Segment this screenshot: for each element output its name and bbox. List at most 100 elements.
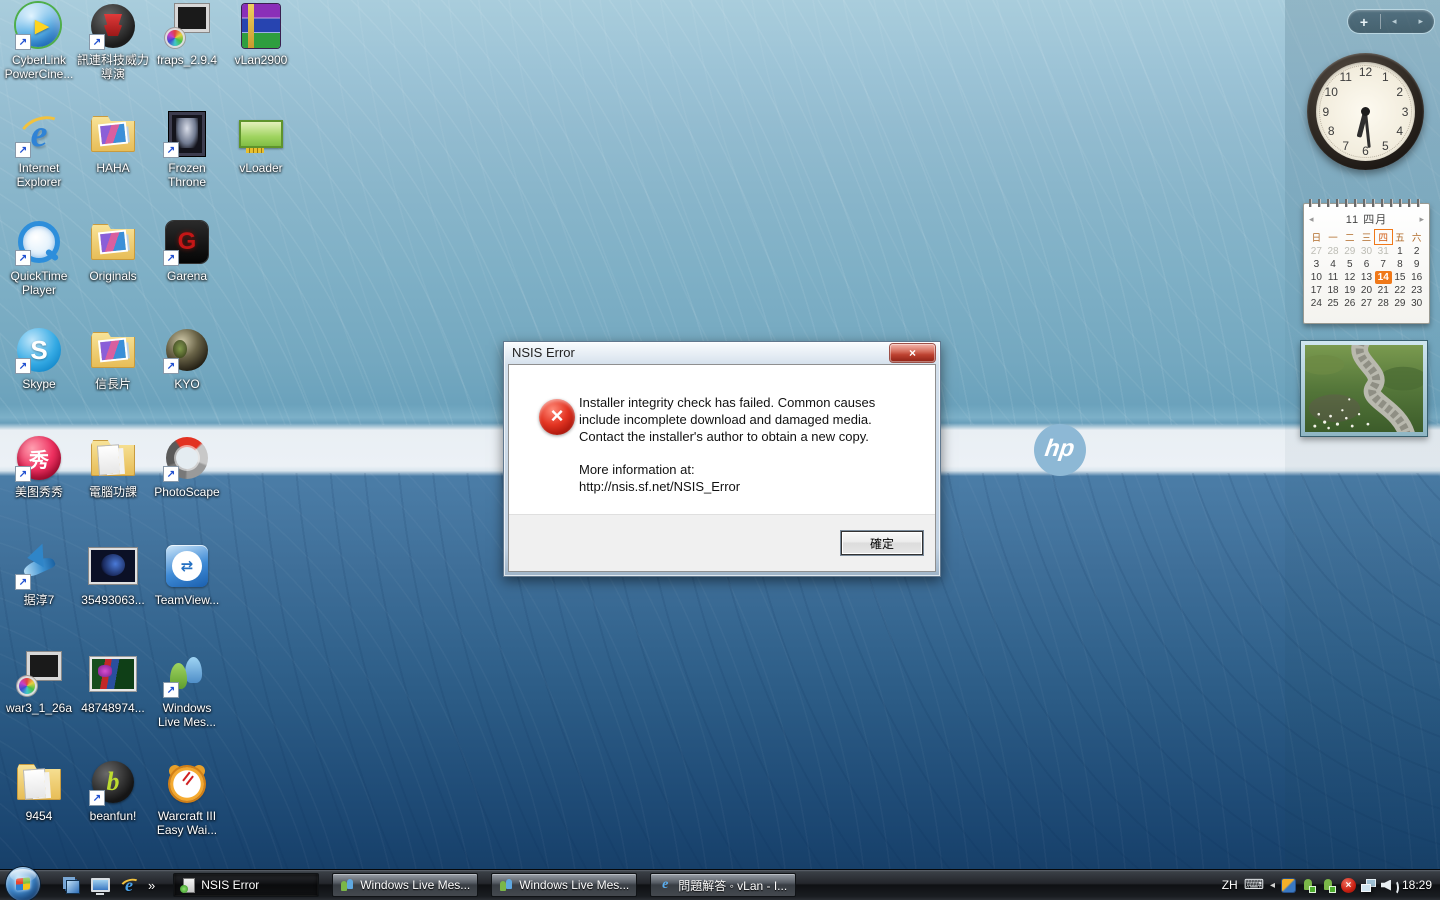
tray-icon[interactable] <box>1340 877 1356 893</box>
desktop-icon[interactable]: Warcraft III Easy Wai... <box>150 758 224 866</box>
add-gadget-button[interactable]: + <box>1348 14 1380 30</box>
desktop-icon[interactable]: PhotoScape <box>150 434 224 542</box>
desktop-icon[interactable]: 9454 <box>2 758 76 866</box>
desktop-icon-image <box>89 2 137 50</box>
calendar-date-cell[interactable]: 30 <box>1358 245 1375 258</box>
taskbar-button-label: 問題解答 ◦ vLan - I... <box>678 878 788 893</box>
taskbar-button[interactable]: Windows Live Mes... <box>491 873 638 897</box>
desktop-icon[interactable]: 訊連科技威力導演 <box>76 2 150 110</box>
desktop-icon[interactable]: 美图秀秀 <box>2 434 76 542</box>
calendar-date-cell[interactable]: 14 <box>1374 271 1392 284</box>
desktop-icon[interactable]: 35493063... <box>76 542 150 650</box>
taskbar-button[interactable]: 問題解答 ◦ vLan - I... <box>650 873 797 897</box>
calendar-date-cell[interactable]: 19 <box>1341 284 1358 297</box>
calendar-date-cell[interactable]: 15 <box>1392 271 1409 284</box>
desktop-icon[interactable]: TeamView... <box>150 542 224 650</box>
desktop-icon[interactable]: 電腦功課 <box>76 434 150 542</box>
calendar-date-cell[interactable]: 13 <box>1358 271 1375 284</box>
desktop-icon-grid: CyberLink PowerCine... 訊連科技威力導演 fraps_2.… <box>2 2 298 866</box>
close-button[interactable]: × <box>890 344 935 362</box>
calendar-next-month-button[interactable]: ▸ <box>1419 214 1424 225</box>
desktop-icon-image <box>163 434 211 482</box>
calendar-date-cell[interactable]: 22 <box>1392 284 1409 297</box>
desktop-icon[interactable]: Frozen Throne <box>150 110 224 218</box>
tray-icon[interactable] <box>1321 878 1336 893</box>
quick-launch-icon[interactable] <box>60 874 82 896</box>
language-indicator[interactable]: ZH <box>1222 878 1238 892</box>
calendar-date-cell[interactable]: 30 <box>1408 297 1425 310</box>
desktop-icon[interactable]: vLoader <box>224 110 298 218</box>
tray-icon[interactable] <box>1381 878 1399 895</box>
desktop-icon[interactable]: Garena <box>150 218 224 326</box>
shortcut-arrow-icon <box>16 35 30 49</box>
gadget-prev-button[interactable]: ◂ <box>1381 16 1408 27</box>
calendar-date-cell[interactable]: 4 <box>1325 258 1342 271</box>
desktop-icon[interactable]: KYO <box>150 326 224 434</box>
desktop-icon[interactable]: HAHA <box>76 110 150 218</box>
quick-launch-icon[interactable] <box>89 874 111 896</box>
tray-clock[interactable]: 18:29 <box>1402 878 1432 892</box>
desktop-icon[interactable]: Windows Live Mes... <box>150 650 224 758</box>
calendar-date-cell[interactable]: 31 <box>1375 245 1392 258</box>
calendar-date-cell[interactable]: 1 <box>1392 245 1409 258</box>
taskbar-button[interactable]: Windows Live Mes... <box>332 873 479 897</box>
calendar-date-cell[interactable]: 12 <box>1341 271 1358 284</box>
desktop-icon[interactable]: 据淳7 <box>2 542 76 650</box>
desktop-icon[interactable]: fraps_2.9.4 <box>150 2 224 110</box>
desktop-icon[interactable]: Internet Explorer <box>2 110 76 218</box>
calendar-date-cell[interactable]: 18 <box>1325 284 1342 297</box>
keyboard-icon[interactable]: ⌨ <box>1244 877 1264 893</box>
ok-button[interactable]: 確定 <box>841 531 923 555</box>
calendar-date-cell[interactable]: 7 <box>1375 258 1392 271</box>
tray-icon[interactable] <box>1360 878 1376 893</box>
calendar-date-cell[interactable]: 27 <box>1308 245 1325 258</box>
quick-launch-icon[interactable] <box>118 874 140 896</box>
calendar-date-cell[interactable]: 3 <box>1308 258 1325 271</box>
desktop-icon[interactable]: QuickTime Player <box>2 218 76 326</box>
calendar-date-cell[interactable]: 28 <box>1325 245 1342 258</box>
taskbar-button[interactable]: NSIS Error <box>173 873 320 897</box>
calendar-date-cell[interactable]: 29 <box>1341 245 1358 258</box>
taskbar-button-icon <box>657 877 673 893</box>
calendar-date-cell[interactable]: 21 <box>1375 284 1392 297</box>
tray-collapse-arrow[interactable]: ◂ <box>1270 880 1275 891</box>
calendar-date-cell[interactable]: 23 <box>1408 284 1425 297</box>
desktop-icon[interactable]: Skype <box>2 326 76 434</box>
calendar-date-cell[interactable]: 11 <box>1325 271 1342 284</box>
desktop-icon[interactable]: beanfun! <box>76 758 150 866</box>
calendar-date-cell[interactable]: 26 <box>1341 297 1358 310</box>
calendar-date-cell[interactable]: 25 <box>1325 297 1342 310</box>
dialog-titlebar[interactable]: NSIS Error × <box>504 342 940 364</box>
shortcut-arrow-icon <box>16 575 30 589</box>
calendar-day-header: 二 <box>1345 233 1355 244</box>
calendar-date-cell[interactable]: 2 <box>1408 245 1425 258</box>
start-button[interactable] <box>6 866 40 900</box>
quick-launch-overflow-chevron[interactable]: » <box>148 878 155 893</box>
calendar-date-cell[interactable]: 8 <box>1392 258 1409 271</box>
calendar-day-header: 三 <box>1361 233 1372 244</box>
shortcut-arrow-icon <box>16 467 30 481</box>
calendar-date-cell[interactable]: 28 <box>1375 297 1392 310</box>
desktop-icon[interactable]: CyberLink PowerCine... <box>2 2 76 110</box>
calendar-date-cell[interactable]: 20 <box>1358 284 1375 297</box>
gadget-next-button[interactable]: ▸ <box>1408 16 1435 27</box>
desktop-icon[interactable]: 48748974... <box>76 650 150 758</box>
clock-number: 3 <box>1401 104 1409 119</box>
tray-icon[interactable] <box>1301 878 1316 893</box>
calendar-date-cell[interactable]: 17 <box>1308 284 1325 297</box>
desktop-icon[interactable]: 信長片 <box>76 326 150 434</box>
clock-number: 7 <box>1342 138 1350 153</box>
desktop-icon[interactable]: war3_1_26a <box>2 650 76 758</box>
calendar-date-cell[interactable]: 10 <box>1308 271 1325 284</box>
calendar-date-cell[interactable]: 9 <box>1408 258 1425 271</box>
calendar-date-cell[interactable]: 29 <box>1392 297 1409 310</box>
calendar-date-cell[interactable]: 27 <box>1358 297 1375 310</box>
calendar-date-cell[interactable]: 5 <box>1341 258 1358 271</box>
tray-icon[interactable] <box>1281 878 1296 893</box>
desktop-icon[interactable]: Originals <box>76 218 150 326</box>
desktop-icon[interactable]: vLan2900 <box>224 2 298 110</box>
calendar-date-cell[interactable]: 6 <box>1358 258 1375 271</box>
calendar-date-cell[interactable]: 24 <box>1308 297 1325 310</box>
calendar-date-cell[interactable]: 16 <box>1408 271 1425 284</box>
sidebar-gadget-controls: + ◂ ▸ <box>1348 10 1434 33</box>
